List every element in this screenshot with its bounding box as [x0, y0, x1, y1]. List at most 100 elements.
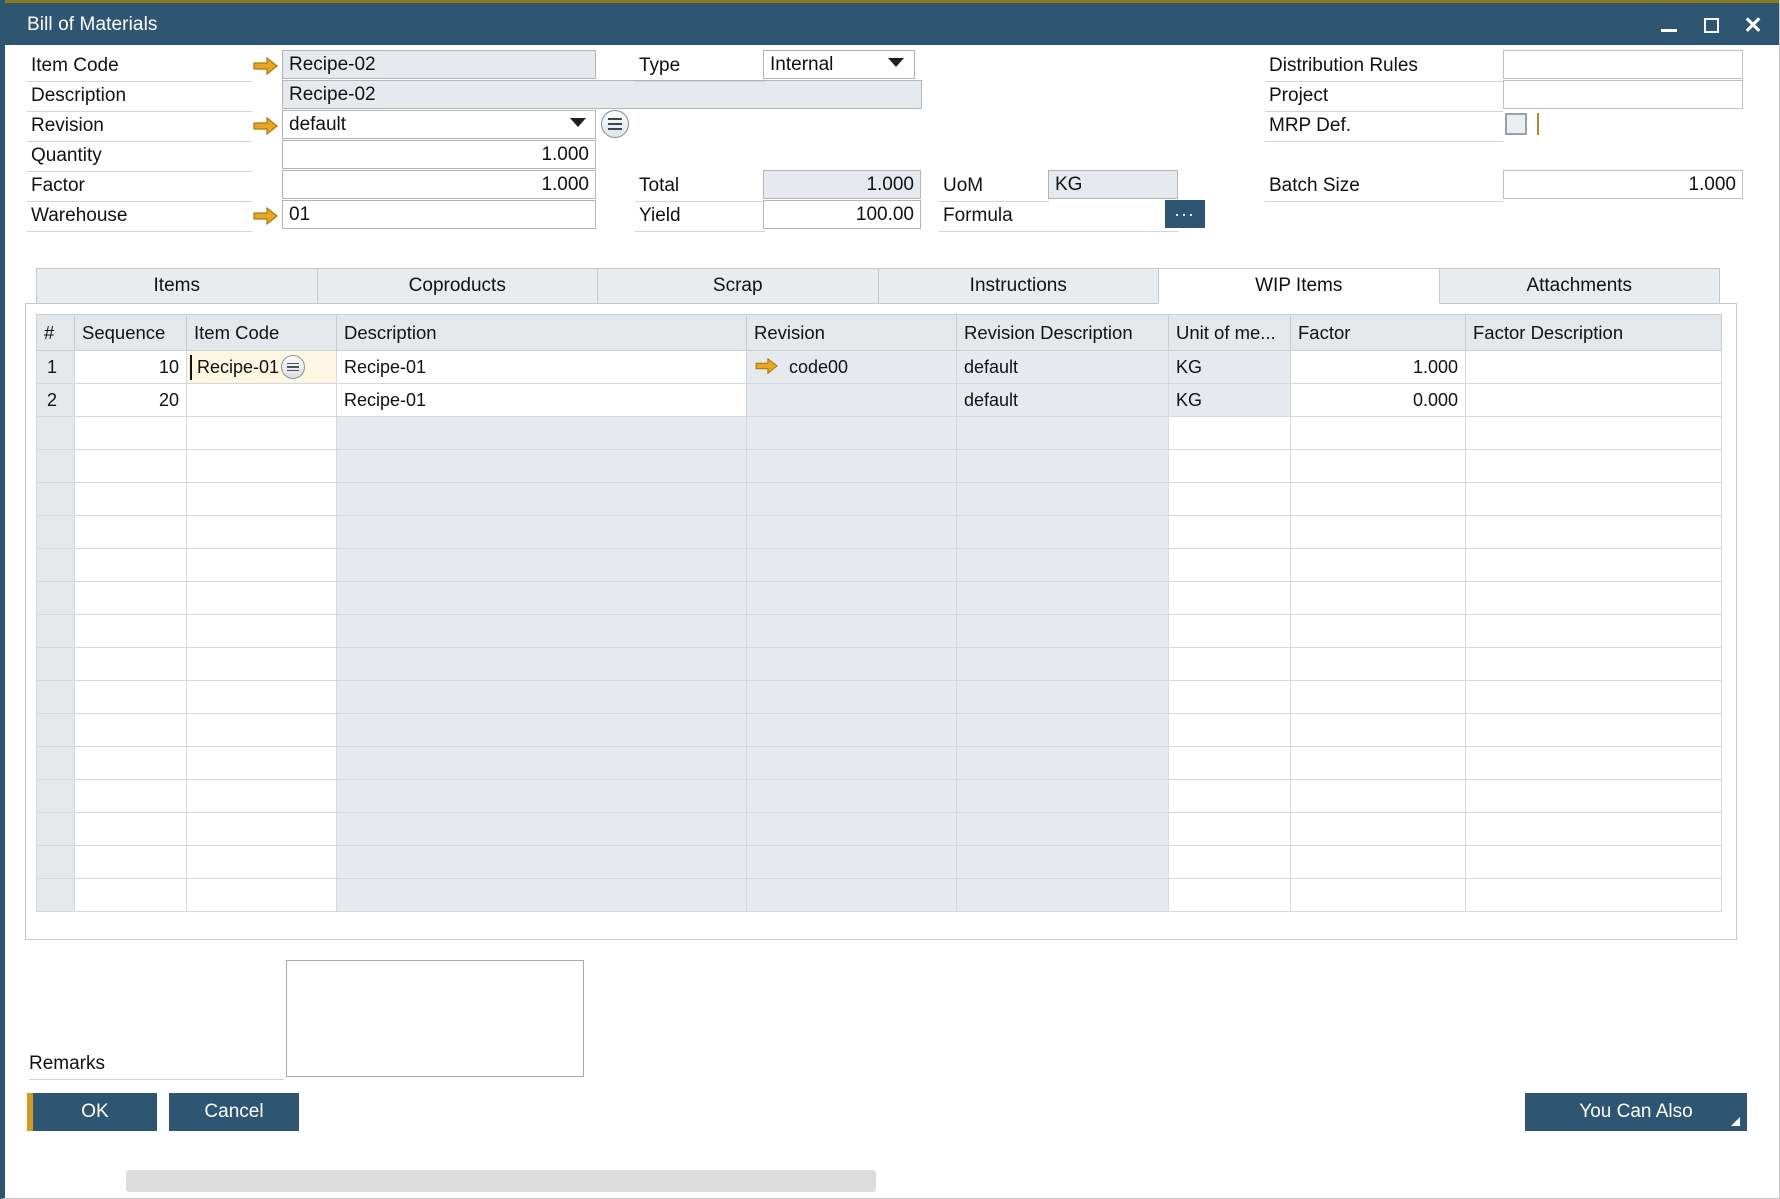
table-cell[interactable] [1291, 846, 1466, 879]
revision-link-arrow-icon[interactable] [253, 115, 279, 137]
minimize-button[interactable] [1656, 13, 1682, 39]
table-cell[interactable] [37, 681, 75, 714]
table-cell[interactable] [337, 417, 747, 450]
row-factor[interactable]: 0.000 [1291, 384, 1466, 417]
table-cell[interactable] [1169, 681, 1291, 714]
table-cell[interactable] [187, 450, 337, 483]
table-cell[interactable] [187, 417, 337, 450]
row-item-code-cell[interactable]: Recipe-01 [187, 351, 337, 384]
table-cell[interactable] [747, 747, 957, 780]
table-cell[interactable] [75, 648, 187, 681]
close-button[interactable]: ✕ [1740, 13, 1766, 39]
table-cell[interactable] [1466, 846, 1722, 879]
table-cell[interactable] [1466, 450, 1722, 483]
table-cell[interactable] [337, 747, 747, 780]
type-chevron-down-icon[interactable] [888, 58, 904, 67]
table-cell[interactable] [1169, 549, 1291, 582]
table-cell[interactable] [1169, 450, 1291, 483]
table-row[interactable] [37, 450, 1722, 483]
table-cell[interactable] [957, 813, 1169, 846]
table-row[interactable] [37, 714, 1722, 747]
table-cell[interactable] [1291, 714, 1466, 747]
row-revision-link-arrow-icon[interactable] [755, 356, 779, 381]
table-cell[interactable] [1291, 813, 1466, 846]
table-row[interactable]: 1 10 Recipe-01 Recipe-01 [37, 351, 1722, 384]
table-cell[interactable] [1169, 747, 1291, 780]
table-cell[interactable] [187, 615, 337, 648]
table-cell[interactable] [1466, 648, 1722, 681]
table-cell[interactable] [75, 483, 187, 516]
table-row[interactable] [37, 582, 1722, 615]
table-cell[interactable] [337, 714, 747, 747]
table-cell[interactable] [37, 648, 75, 681]
table-cell[interactable] [187, 549, 337, 582]
table-cell[interactable] [1169, 879, 1291, 912]
table-cell[interactable] [37, 879, 75, 912]
tab-coproducts[interactable]: Coproducts [317, 268, 599, 304]
table-cell[interactable] [747, 582, 957, 615]
table-cell[interactable] [37, 615, 75, 648]
table-cell[interactable] [1466, 549, 1722, 582]
table-cell[interactable] [75, 450, 187, 483]
table-cell[interactable] [37, 813, 75, 846]
table-cell[interactable] [187, 714, 337, 747]
table-cell[interactable] [957, 879, 1169, 912]
table-cell[interactable] [1169, 648, 1291, 681]
tab-scrap[interactable]: Scrap [597, 268, 879, 304]
distribution-rules-input[interactable] [1503, 50, 1743, 79]
table-cell[interactable] [1466, 747, 1722, 780]
table-cell[interactable] [37, 747, 75, 780]
table-cell[interactable] [37, 846, 75, 879]
table-cell[interactable] [337, 483, 747, 516]
table-row[interactable] [37, 879, 1722, 912]
table-cell[interactable] [37, 450, 75, 483]
table-cell[interactable] [75, 846, 187, 879]
table-cell[interactable] [747, 450, 957, 483]
table-cell[interactable] [75, 615, 187, 648]
row-revision-cell[interactable]: code00 [747, 351, 957, 384]
table-cell[interactable] [75, 549, 187, 582]
col-factor[interactable]: Factor [1291, 315, 1466, 351]
table-cell[interactable] [37, 417, 75, 450]
item-code-link-arrow-icon[interactable] [253, 55, 279, 77]
table-cell[interactable] [337, 615, 747, 648]
table-cell[interactable] [957, 582, 1169, 615]
table-cell[interactable] [957, 549, 1169, 582]
table-cell[interactable] [37, 714, 75, 747]
remarks-textarea[interactable] [286, 960, 584, 1077]
description-input[interactable]: Recipe-02 [282, 80, 922, 109]
table-cell[interactable] [75, 747, 187, 780]
table-row[interactable] [37, 813, 1722, 846]
table-cell[interactable] [1291, 879, 1466, 912]
table-cell[interactable] [1291, 747, 1466, 780]
table-cell[interactable] [337, 450, 747, 483]
table-cell[interactable] [957, 648, 1169, 681]
table-cell[interactable] [957, 615, 1169, 648]
table-cell[interactable] [337, 846, 747, 879]
table-cell[interactable] [1466, 714, 1722, 747]
table-cell[interactable] [1291, 483, 1466, 516]
table-row[interactable] [37, 549, 1722, 582]
table-cell[interactable] [1169, 714, 1291, 747]
table-cell[interactable] [1466, 879, 1722, 912]
mrp-def-checkbox[interactable] [1505, 113, 1527, 135]
row-factor[interactable]: 1.000 [1291, 351, 1466, 384]
col-description[interactable]: Description [337, 315, 747, 351]
table-cell[interactable] [187, 879, 337, 912]
table-cell[interactable] [1169, 813, 1291, 846]
quantity-input[interactable]: 1.000 [282, 140, 596, 169]
table-cell[interactable] [1466, 813, 1722, 846]
table-cell[interactable] [75, 516, 187, 549]
table-cell[interactable] [75, 813, 187, 846]
table-cell[interactable] [187, 846, 337, 879]
table-cell[interactable] [337, 813, 747, 846]
table-cell[interactable] [1169, 582, 1291, 615]
revision-list-button[interactable] [601, 110, 629, 138]
table-row[interactable] [37, 516, 1722, 549]
table-cell[interactable] [747, 615, 957, 648]
table-cell[interactable] [747, 483, 957, 516]
revision-chevron-down-icon[interactable] [570, 118, 586, 127]
table-cell[interactable] [1466, 615, 1722, 648]
table-cell[interactable] [337, 582, 747, 615]
table-cell[interactable] [337, 780, 747, 813]
